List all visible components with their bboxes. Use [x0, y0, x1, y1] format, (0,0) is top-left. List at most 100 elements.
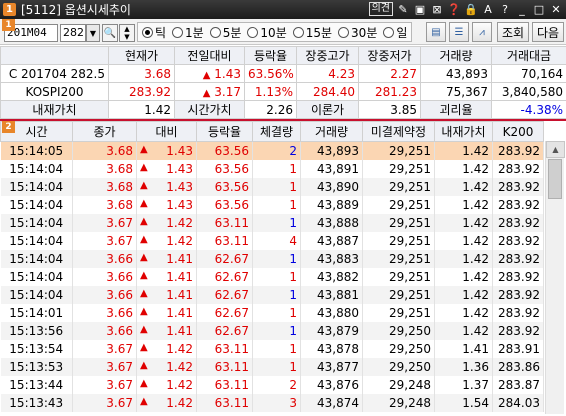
tick-trade-qty: 1 [252, 159, 301, 178]
chevron-down-icon[interactable]: ▼ [86, 24, 100, 42]
tick-trade-qty: 1 [252, 177, 301, 196]
tick-close: 3.68 [72, 141, 137, 160]
radio-day[interactable]: 일 [383, 24, 407, 41]
scroll-up-icon[interactable]: ▲ [546, 141, 565, 158]
change-rate: 1.13% [244, 82, 297, 101]
tick-change: ▲ 1.41 [136, 249, 197, 268]
tick-header: 체결량 [252, 121, 301, 142]
tick-rate: 63.11 [196, 375, 253, 394]
radio-5min[interactable]: 5분 [209, 24, 241, 41]
vertical-scrollbar[interactable]: ▲ [545, 141, 565, 414]
pin-icon[interactable]: ✎ [396, 2, 410, 16]
instrument-name: KOSPI200 [0, 82, 109, 101]
radio-dot-icon [209, 26, 221, 38]
tick-rate: 62.67 [196, 249, 253, 268]
tick-close: 3.68 [72, 195, 137, 214]
table-row[interactable]: 15:14:01 3.66 ▲ 1.41 62.67 1 43,880 29,251 1.42 2… [0, 303, 544, 322]
font-icon[interactable]: A [481, 2, 495, 16]
maximize-icon[interactable]: □ [532, 2, 546, 16]
table-row[interactable]: 15:14:04 3.67 ▲ 1.42 63.11 4 43,887 29,251 1.42 2… [0, 231, 544, 250]
tick-volume: 43,883 [300, 249, 363, 268]
query-toolbar: 201M04 282 ▼ 🔍 ▲ ▼ 틱 1분 5분 10분 15분 30분 일 … [0, 19, 566, 45]
strike-price-select[interactable]: 282 [60, 24, 86, 42]
tick-volume: 43,889 [300, 195, 363, 214]
gap-rate-value: -4.38% [491, 100, 566, 119]
table-row[interactable]: 15:14:04 3.66 ▲ 1.41 62.67 1 43,881 29,251 1.42 2… [0, 285, 544, 304]
tick-volume: 43,888 [300, 213, 363, 232]
close-icon[interactable]: ✕ [549, 2, 563, 16]
list-view-icon[interactable]: ☰ [449, 22, 469, 42]
radio-dot-icon [338, 26, 350, 38]
tick-k200: 283.92 [492, 141, 544, 160]
tick-rate: 63.11 [196, 213, 253, 232]
tick-k200: 283.92 [492, 231, 544, 250]
table-row[interactable]: 15:14:04 3.66 ▲ 1.41 62.67 1 43,882 29,251 1.42 2… [0, 267, 544, 286]
tick-rate: 63.11 [196, 231, 253, 250]
tick-k200: 283.92 [492, 285, 544, 304]
summary-header: 전일대비 [174, 46, 245, 65]
table-row[interactable]: 15:14:04 3.68 ▲ 1.43 63.56 1 43,890 29,251 1.42 2… [0, 177, 544, 196]
table-view-icon[interactable]: ▤ [426, 22, 446, 42]
summary-header: 현재가 [108, 46, 175, 65]
tick-change: ▲ 1.41 [136, 267, 197, 286]
query-button[interactable]: 조회 [497, 22, 529, 42]
tick-change: ▲ 1.41 [136, 303, 197, 322]
table-row[interactable]: 15:14:04 3.66 ▲ 1.41 62.67 1 43,883 29,251 1.42 2… [0, 249, 544, 268]
table-row[interactable]: 15:13:56 3.66 ▲ 1.41 62.67 1 43,879 29,250 1.42 2… [0, 321, 544, 340]
radio-dot-icon [142, 26, 153, 38]
tick-close: 3.67 [72, 339, 137, 358]
tick-time: 15:14:01 [0, 303, 73, 322]
tick-rate: 63.56 [196, 141, 253, 160]
window-icon[interactable]: ⊠ [430, 2, 444, 16]
tick-trade-qty: 2 [252, 141, 301, 160]
tick-header: 등락율 [196, 121, 253, 142]
summary-header: 거래대금 [491, 46, 566, 65]
help-icon[interactable]: ? [498, 2, 512, 16]
tick-change-value: 1.41 [166, 305, 193, 320]
opinion-link[interactable]: 의견 [368, 2, 393, 16]
table-row[interactable]: 15:14:04 3.68 ▲ 1.43 63.56 1 43,891 29,251 1.42 2… [0, 159, 544, 178]
trade-amount: 3,840,580 [491, 82, 566, 101]
chart-view-icon[interactable]: ⩘ [472, 22, 492, 42]
radio-10min[interactable]: 10분 [247, 24, 287, 41]
summary-row-option[interactable]: C 201704 282.5 3.68 ▲ 1.43 63.56% 4.23 2… [0, 64, 566, 83]
tick-close: 3.67 [72, 357, 137, 376]
change-rate: 63.56% [244, 64, 297, 83]
search-icon[interactable]: 🔍 [102, 24, 118, 42]
tick-trade-qty: 1 [252, 339, 301, 358]
table-row[interactable]: 15:14:04 3.68 ▲ 1.43 63.56 1 43,889 29,251 1.42 2… [0, 195, 544, 214]
tick-volume: 43,887 [300, 231, 363, 250]
radio-tick[interactable]: 틱 [142, 24, 166, 41]
table-row[interactable]: 15:14:04 3.67 ▲ 1.42 63.11 1 43,888 29,251 1.42 2… [0, 213, 544, 232]
radio-15min[interactable]: 15분 [292, 24, 332, 41]
tick-time: 15:14:04 [0, 231, 73, 250]
title-bar: 1 [5112] 옵션시세추이 의견 ✎ ▣ ⊠ ❓ 🔒 A ? _ □ ✕ [0, 0, 566, 19]
radio-30min[interactable]: 30분 [338, 24, 377, 41]
table-row[interactable]: 15:13:44 3.67 ▲ 1.42 63.11 2 43,876 29,248 1.37 2… [0, 375, 544, 394]
lock-icon[interactable]: 🔒 [464, 2, 478, 16]
tick-time: 15:13:56 [0, 321, 73, 340]
minimize-icon[interactable]: _ [515, 2, 529, 16]
summary-header: 장중고가 [296, 46, 359, 65]
table-row[interactable]: 15:14:05 3.68 ▲ 1.43 63.56 2 43,893 29,251 1.42 2… [0, 141, 544, 160]
tick-time: 15:13:53 [0, 357, 73, 376]
stepper-icon[interactable]: ▲ ▼ [119, 24, 135, 42]
time-value: 2.26 [244, 100, 297, 119]
tick-k200: 283.92 [492, 303, 544, 322]
scroll-thumb[interactable] [548, 159, 562, 199]
radio-1min[interactable]: 1분 [172, 24, 204, 41]
tick-k200: 283.87 [492, 375, 544, 394]
tick-k200: 283.92 [492, 177, 544, 196]
copy-icon[interactable]: ▣ [413, 2, 427, 16]
tick-volume: 43,874 [300, 393, 363, 412]
next-button[interactable]: 다음 [532, 22, 564, 42]
tick-volume: 43,880 [300, 303, 363, 322]
tick-header: 거래량 [300, 121, 363, 142]
question-icon[interactable]: ❓ [447, 2, 461, 16]
tick-rate: 63.56 [196, 195, 253, 214]
table-row[interactable]: 15:13:54 3.67 ▲ 1.42 63.11 1 43,878 29,250 1.41 2… [0, 339, 544, 358]
table-row[interactable]: 15:13:53 3.67 ▲ 1.42 63.11 1 43,877 29,250 1.36 2… [0, 357, 544, 376]
table-row[interactable]: 15:13:43 3.67 ▲ 1.42 63.11 3 43,874 29,248 1.54 2… [0, 393, 544, 412]
tick-close: 3.67 [72, 231, 137, 250]
summary-row-index[interactable]: KOSPI200 283.92 ▲ 3.17 1.13% 284.40 281.… [0, 82, 566, 101]
